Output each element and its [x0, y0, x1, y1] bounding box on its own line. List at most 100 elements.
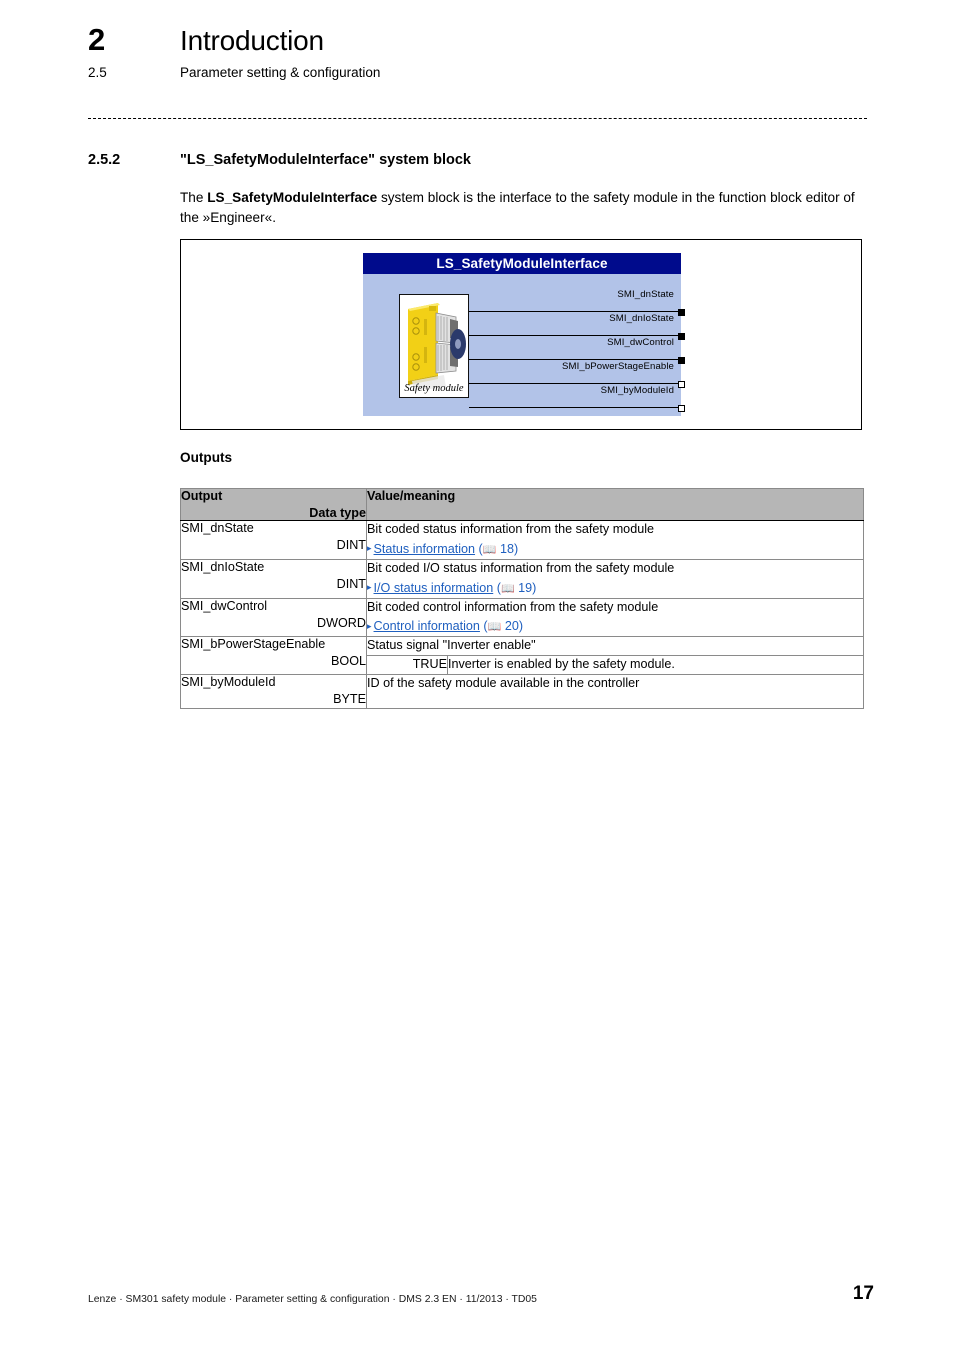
output-description-cell: Bit coded control information from the s… — [366, 597, 864, 638]
output-datatype: DINT — [336, 538, 366, 552]
output-datatype: BYTE — [333, 692, 366, 706]
page-footer: Lenze · SM301 safety module · Parameter … — [88, 1283, 874, 1305]
output-description: ID of the safety module available in the… — [367, 676, 640, 690]
intro-paragraph: The LS_SafetyModuleInterface system bloc… — [180, 188, 870, 228]
pin-line-bymoduleid — [469, 407, 681, 408]
table-header-row: Output Data type Value/meaning — [180, 488, 864, 521]
cross-reference-page-number: 18 — [499, 541, 514, 556]
output-description: Bit coded status information from the sa… — [367, 522, 654, 536]
pin-label-dwcontrol: SMI_dwControl — [607, 337, 674, 348]
cross-reference-link[interactable]: Control information — [374, 619, 480, 633]
pin-line-dwcontrol — [469, 359, 681, 360]
output-description: Bit coded control information from the s… — [367, 599, 659, 614]
outputs-table-head: Output Data type Value/meaning — [180, 488, 864, 521]
subsection-heading: 2.5.2 "LS_SafetyModuleInterface" system … — [88, 152, 878, 168]
pin-label-bymoduleid: SMI_byModuleId — [600, 385, 674, 396]
row-spacer — [367, 693, 863, 708]
pin-label-bpowerstageenable: SMI_bPowerStageEnable — [562, 361, 674, 372]
value-label: TRUE — [367, 655, 448, 674]
pin-label-dniostate: SMI_dnIoState — [609, 313, 674, 324]
page-header: 2 Introduction 2.5 Parameter setting & c… — [88, 22, 878, 80]
output-datatype: BOOL — [331, 654, 366, 669]
chapter-row: 2 Introduction — [88, 22, 878, 58]
header-divider — [88, 118, 867, 119]
pin-row-dniostate: SMI_dnIoState — [469, 313, 685, 340]
output-name-cell: SMI_bPowerStageEnable BOOL — [180, 636, 367, 675]
cross-reference[interactable]: ▸ I/O status information (📖 19) — [367, 580, 863, 598]
outputs-table-body: SMI_dnState DINT Bit coded status inform… — [180, 520, 864, 709]
output-description-cell: Bit coded status information from the sa… — [366, 520, 864, 560]
pin-line-dnstate — [469, 311, 681, 312]
cross-reference[interactable]: ▸ Control information (📖 20) — [367, 618, 863, 636]
pin-label-dnstate: SMI_dnState — [617, 289, 674, 300]
cross-reference-page: (📖 19) — [493, 580, 537, 595]
book-icon: 📖 — [500, 582, 515, 595]
table-row: SMI_dnIoState DINT Bit coded I/O status … — [180, 558, 864, 599]
chapter-title: Introduction — [180, 25, 324, 56]
section-number: 2.5 — [88, 65, 107, 80]
cross-reference-page: (📖 20) — [479, 619, 524, 634]
footer-text: Lenze · SM301 safety module · Parameter … — [88, 1294, 537, 1305]
output-name: SMI_bPowerStageEnable — [181, 637, 326, 652]
safety-module-caption: Safety module — [404, 383, 464, 394]
table-row: SMI_bPowerStageEnable BOOL Status signal… — [180, 636, 864, 675]
pin-line-bpowerstageenable — [469, 383, 681, 384]
value-meaning-subtable: Status signal "Inverter enable" TRUE Inv… — [367, 637, 863, 674]
cross-reference-page-number: 19 — [518, 580, 533, 595]
outputs-table: Output Data type Value/meaning SMI_dnSta… — [180, 488, 864, 709]
cross-reference-link[interactable]: Status information — [374, 542, 476, 556]
subsection-number: 2.5.2 — [88, 152, 121, 168]
output-name: SMI_dnState — [181, 521, 254, 535]
pin-row-bymoduleid: SMI_byModuleId — [469, 385, 685, 412]
triangle-icon: ▸ — [367, 543, 372, 554]
function-block: LS_SafetyModuleInterface Safety module S… — [363, 253, 685, 416]
output-description-cell: Bit coded I/O status information from th… — [366, 558, 864, 599]
book-icon: 📖 — [487, 621, 502, 634]
output-name-cell: SMI_dwControl DWORD — [180, 597, 367, 638]
table-row: SMI_dwControl DWORD Bit coded control in… — [180, 597, 864, 638]
column-header-value-meaning: Value/meaning — [366, 488, 864, 521]
function-block-title: LS_SafetyModuleInterface — [363, 253, 681, 274]
output-description-cell: ID of the safety module available in the… — [366, 674, 864, 709]
function-block-body: Safety module SMI_dnState SMI_dnIoState … — [363, 274, 685, 416]
column-header-output-label: Output — [181, 489, 223, 503]
output-description: Bit coded I/O status information from th… — [367, 560, 675, 575]
safety-module-image: Safety module — [399, 294, 469, 398]
output-name: SMI_dwControl — [181, 598, 268, 613]
section-title: Parameter setting & configuration — [180, 65, 381, 80]
cross-reference-page: (📖 18) — [475, 541, 519, 556]
output-name-cell: SMI_byModuleId BYTE — [180, 674, 367, 709]
pin-row-bpowerstageenable: SMI_bPowerStageEnable — [469, 361, 685, 388]
function-block-diagram: LS_SafetyModuleInterface Safety module S… — [180, 239, 862, 430]
section-row: 2.5 Parameter setting & configuration — [88, 65, 878, 80]
chapter-number: 2 — [88, 22, 106, 57]
safety-module-illustration — [400, 295, 468, 397]
page-number: 17 — [852, 1283, 874, 1304]
output-name: SMI_byModuleId — [181, 675, 276, 689]
cross-reference-page-number: 20 — [504, 619, 519, 634]
column-header-output: Output Data type — [180, 488, 367, 521]
output-description-cell: Status signal "Inverter enable" TRUE Inv… — [366, 636, 864, 675]
pin-row-dnstate: SMI_dnState — [469, 289, 685, 316]
output-description: Status signal "Inverter enable" — [367, 638, 536, 653]
value-meaning-text: Inverter is enabled by the safety module… — [447, 655, 863, 674]
subtable-value-row: TRUE Inverter is enabled by the safety m… — [367, 655, 863, 674]
pin-row-dwcontrol: SMI_dwControl — [469, 337, 685, 364]
output-datatype: DINT — [336, 576, 366, 591]
cross-reference-link[interactable]: I/O status information — [374, 581, 494, 595]
table-row: SMI_dnState DINT Bit coded status inform… — [180, 520, 864, 560]
output-name-cell: SMI_dnState DINT — [180, 520, 367, 560]
triangle-icon: ▸ — [367, 582, 372, 593]
book-icon: 📖 — [482, 543, 497, 556]
subtable-description-row: Status signal "Inverter enable" — [367, 637, 863, 655]
pin-line-dniostate — [469, 335, 681, 336]
pin-marker-bymoduleid — [678, 405, 685, 412]
intro-text-bold: LS_SafetyModuleInterface — [207, 190, 378, 205]
subsection-title: "LS_SafetyModuleInterface" system block — [180, 152, 471, 168]
output-name: SMI_dnIoState — [181, 559, 265, 574]
column-header-datatype-label: Data type — [309, 506, 366, 520]
output-datatype: DWORD — [317, 615, 366, 630]
table-row: SMI_byModuleId BYTE ID of the safety mod… — [180, 674, 864, 709]
cross-reference[interactable]: ▸ Status information (📖 18) — [367, 541, 863, 559]
intro-text-before: The — [180, 190, 208, 205]
